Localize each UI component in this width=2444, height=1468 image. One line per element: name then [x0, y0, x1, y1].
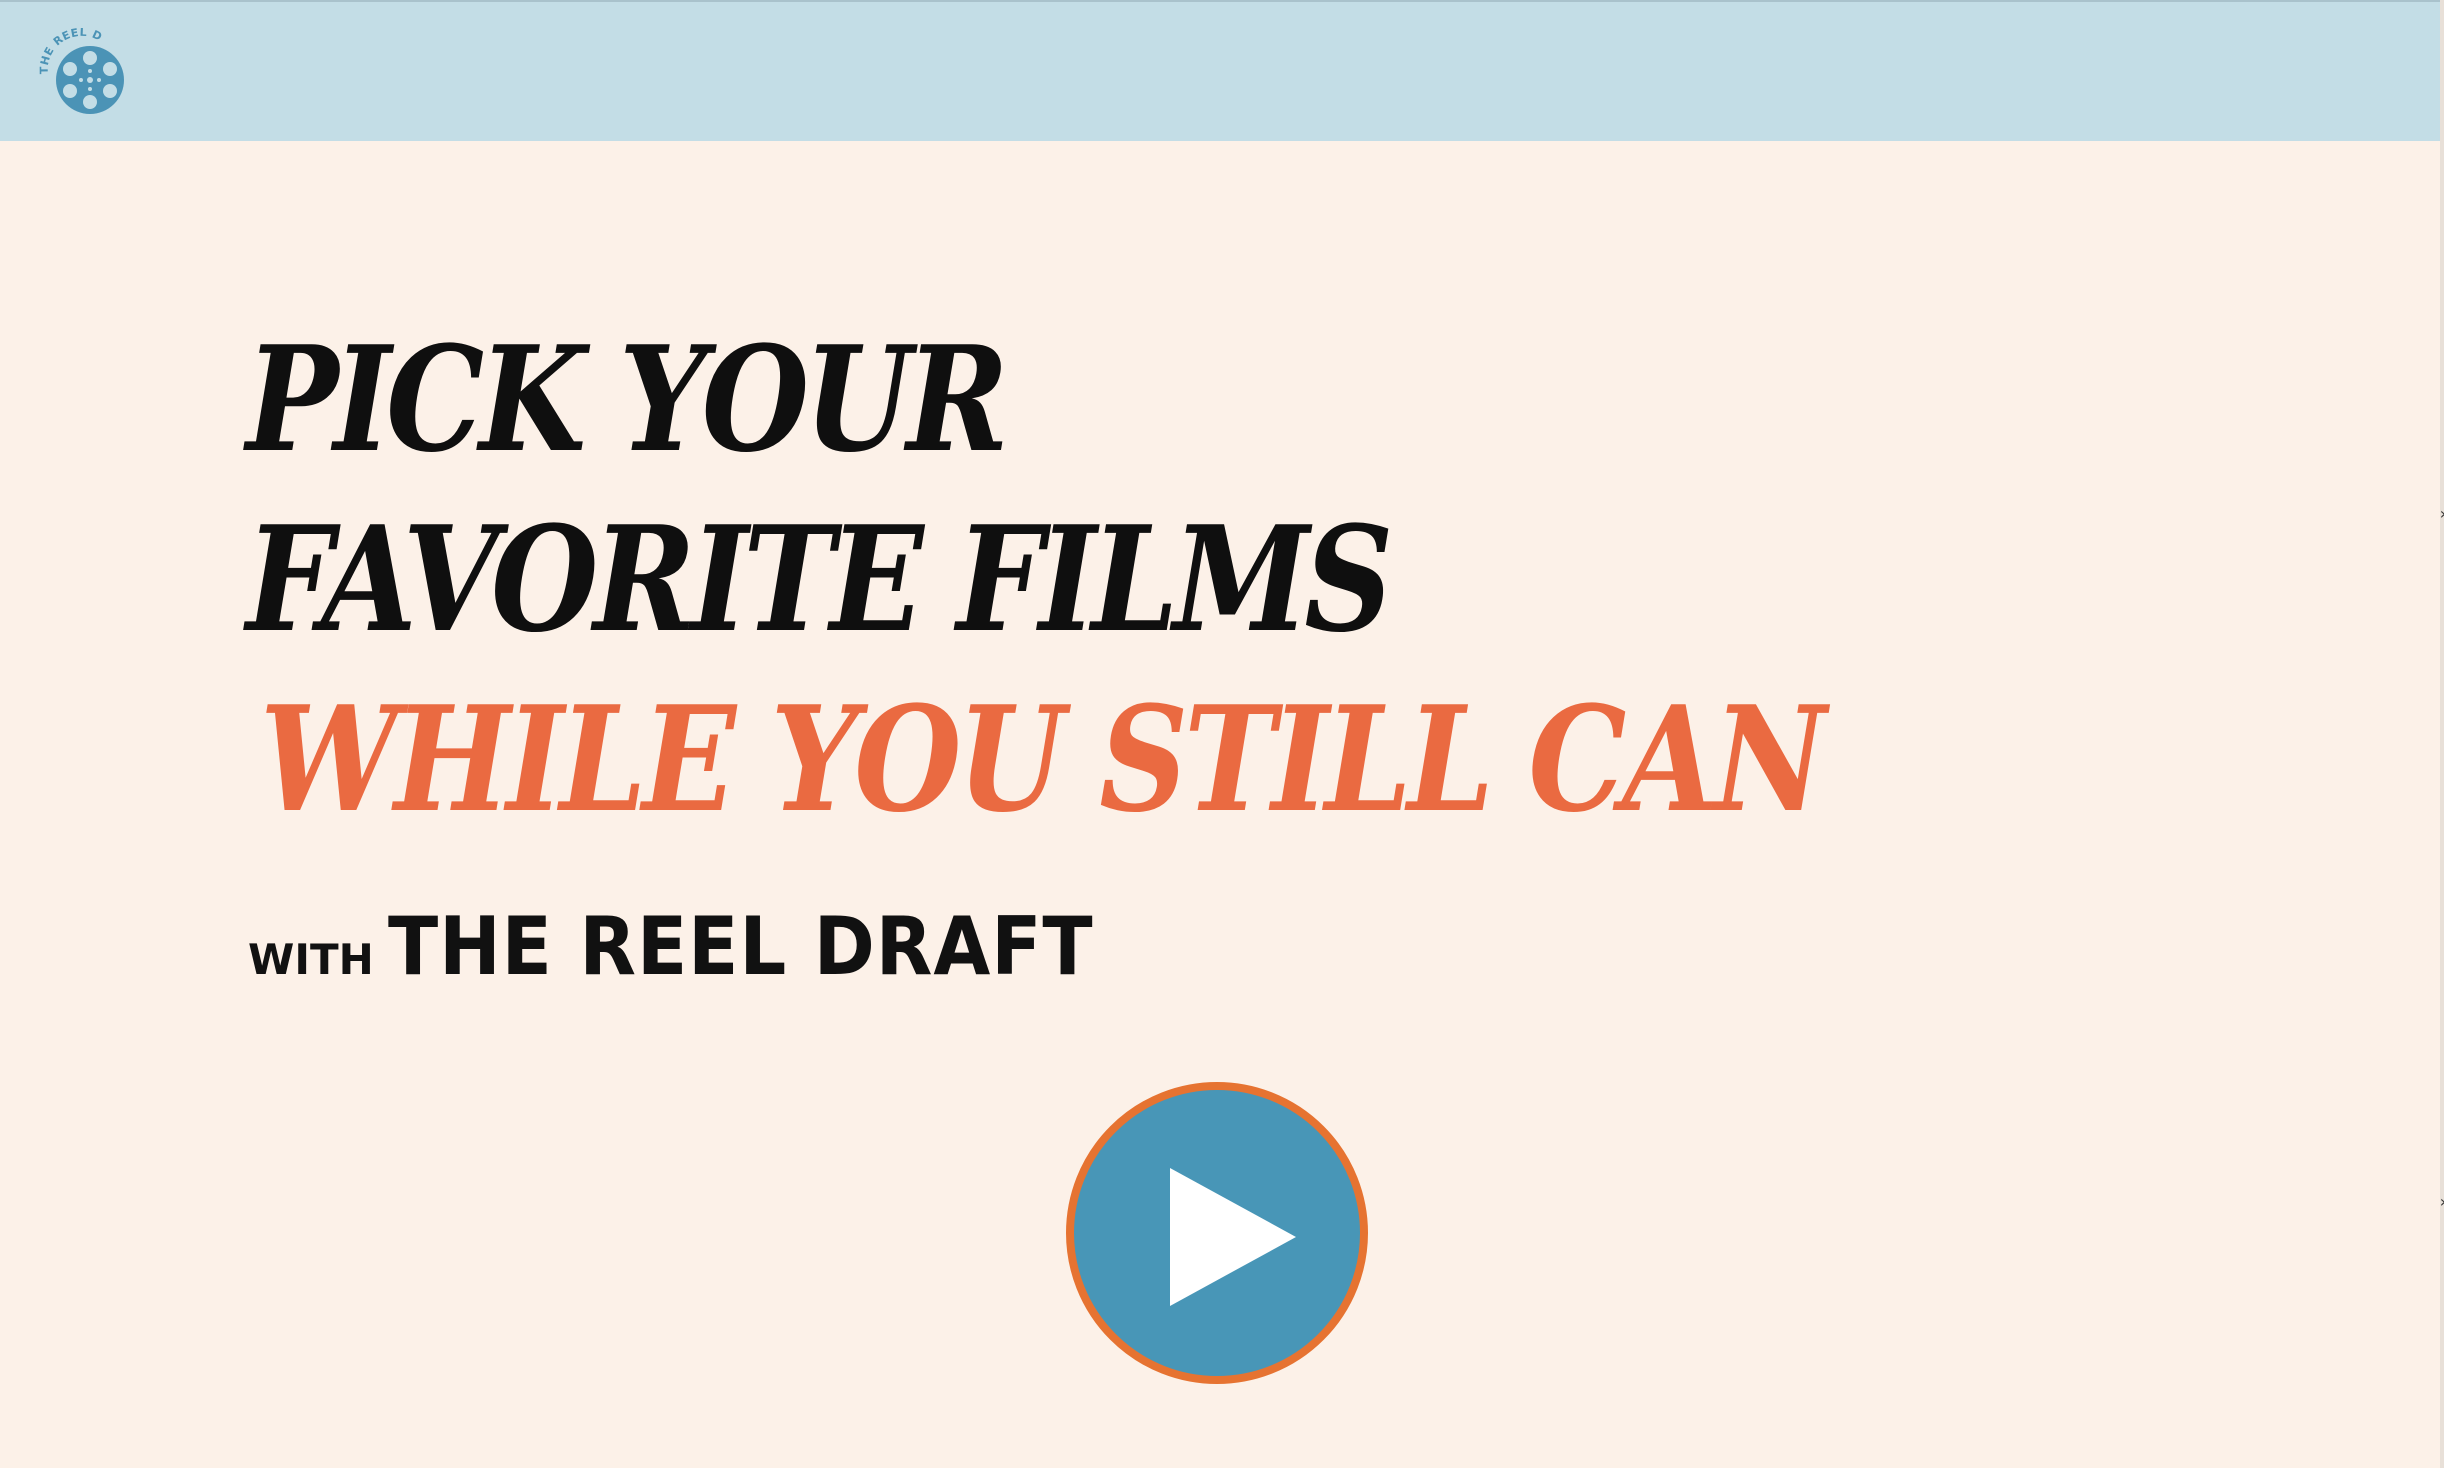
film-reel-logo-icon[interactable]: THE REEL DRAFT [29, 18, 130, 118]
byline-brand: THE REEL DRAFT [387, 900, 1094, 993]
play-button[interactable] [1066, 1082, 1368, 1384]
hero-headline: PICK YOUR FAVORITE FILMS WHILE YOU STILL… [246, 310, 2046, 850]
edge-caret-icon: › [2438, 508, 2444, 520]
edge-caret-icon: › [2438, 1196, 2444, 1208]
window-edge [2440, 0, 2444, 1468]
byline-with: WITH [248, 935, 374, 984]
headline-line-1: PICK YOUR [246, 315, 1009, 485]
headline-line-2: FAVORITE FILMS [246, 495, 1393, 665]
headline-line-3: WHILE YOU STILL CAN [260, 675, 1826, 845]
header-bar: THE REEL DRAFT [0, 0, 2440, 141]
play-icon [1170, 1168, 1296, 1306]
byline: WITH THE REEL DRAFT [248, 900, 1155, 993]
